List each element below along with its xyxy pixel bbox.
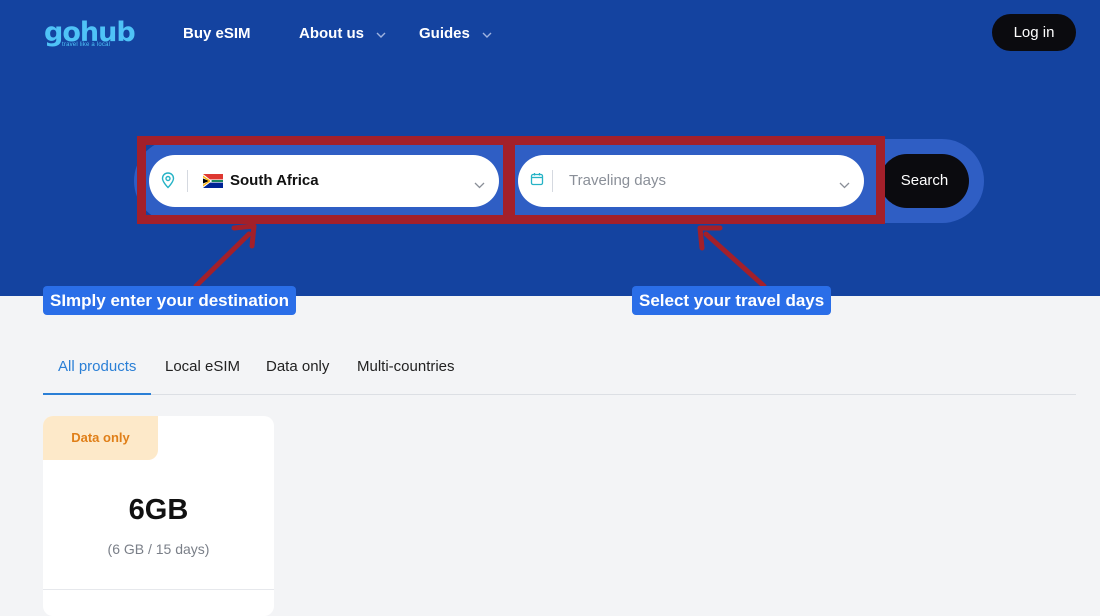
logo-tagline: travel like a local xyxy=(62,42,111,48)
nav-about-us[interactable]: About us xyxy=(299,24,386,44)
login-button[interactable]: Log in xyxy=(992,14,1076,51)
tab-all-products[interactable]: All products xyxy=(43,356,152,395)
nav-buy-esim-label: Buy eSIM xyxy=(183,25,251,42)
product-type-badge: Data only xyxy=(43,416,158,460)
destination-highlight-box xyxy=(137,136,512,224)
product-data-amount: 6GB xyxy=(128,494,189,526)
tab-multi-countries[interactable]: Multi-countries xyxy=(357,356,455,393)
travel-days-highlight-box xyxy=(506,136,885,224)
tab-data-only[interactable]: Data only xyxy=(266,356,329,393)
search-button[interactable]: Search xyxy=(880,154,969,208)
product-tabs: All products Local eSIM Data only Multi-… xyxy=(43,356,1076,395)
travel-days-callout: Select your travel days xyxy=(632,286,832,315)
product-detail: (6 GB / 15 days) xyxy=(107,541,210,557)
gohub-logo[interactable]: gohub travel like a local xyxy=(44,16,136,52)
nav-buy-esim[interactable]: Buy eSIM xyxy=(183,24,251,44)
nav-guides[interactable]: Guides xyxy=(419,24,492,44)
nav-guides-label: Guides xyxy=(419,25,470,42)
destination-callout: SImply enter your destination xyxy=(43,286,296,315)
chevron-down-icon xyxy=(376,24,386,44)
nav-about-us-label: About us xyxy=(299,25,364,42)
card-divider xyxy=(43,589,274,590)
tab-local-esim[interactable]: Local eSIM xyxy=(165,356,240,393)
chevron-down-icon xyxy=(482,24,492,44)
